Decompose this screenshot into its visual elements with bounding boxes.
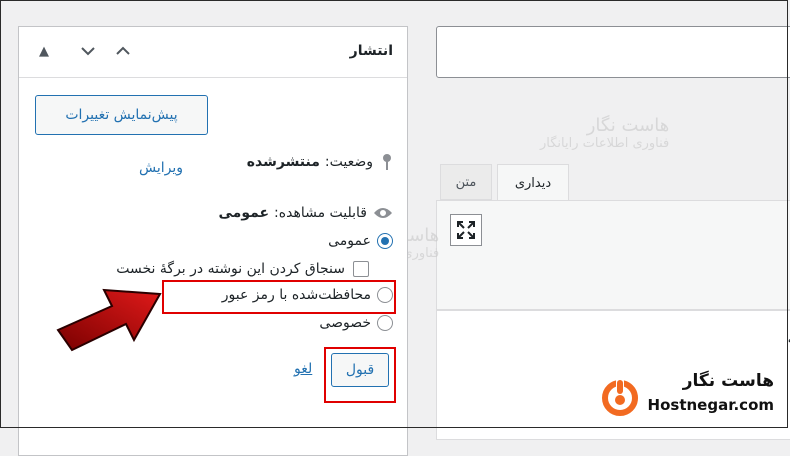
highlight-password-option (162, 280, 396, 314)
option-sticky[interactable]: سنجاق کردن این نوشته در برگهٔ نخست (116, 261, 369, 277)
preview-changes-button[interactable]: پیش‌نمایش تغییرات (35, 95, 208, 135)
status-row: وضعیت: منتشرشده (247, 153, 393, 171)
status-value: منتشرشده (246, 154, 320, 170)
tab-text-label: متن (455, 174, 477, 190)
publish-box-header: ▲ انتشار (19, 27, 407, 78)
editor-toolbar (436, 200, 790, 310)
post-title-input[interactable] (436, 26, 790, 78)
logo-text-en: Hostnegar.com (647, 396, 774, 414)
highlight-ok-button (324, 347, 396, 403)
pointer-arrow-icon (56, 288, 162, 352)
radio-private[interactable] (377, 315, 393, 331)
status-edit-link[interactable]: ویرایش (139, 160, 183, 176)
status-edit-row: ویرایش (139, 160, 183, 176)
chevron-up-icon[interactable] (114, 42, 132, 60)
publish-title: انتشار (349, 43, 393, 59)
watermark: هاست نگار فناوری اطلاعات رایانگار (540, 115, 669, 151)
option-public-label: عمومی (328, 233, 371, 249)
option-private[interactable]: خصوصی (319, 315, 393, 331)
logo-icon (602, 378, 638, 416)
radio-public[interactable] (377, 233, 393, 249)
watermark-tagline: فناوری اطلاعات رایانگار (540, 136, 670, 151)
option-private-label: خصوصی (319, 315, 371, 331)
option-sticky-label: سنجاق کردن این نوشته در برگهٔ نخست (116, 261, 345, 277)
tab-text[interactable]: متن (440, 164, 492, 200)
visibility-label: قابلیت مشاهده: (274, 205, 367, 221)
logo-text-fa: هاست نگار (682, 371, 774, 391)
visibility-value: عمومی (218, 205, 270, 221)
hostnegar-logo: هاست نگار Hostnegar.com (600, 366, 780, 424)
tab-visual[interactable]: دیداری (497, 164, 569, 201)
watermark-brand: هاست نگار (586, 115, 670, 136)
tab-visual-label: دیداری (514, 175, 552, 191)
fullscreen-icon (457, 221, 475, 239)
cancel-link[interactable]: لغو (294, 361, 312, 377)
pin-icon (383, 154, 391, 170)
eye-icon (374, 208, 392, 218)
option-public[interactable]: عمومی (328, 233, 393, 249)
move-up-icon[interactable]: ▲ (35, 42, 53, 60)
visibility-row: قابلیت مشاهده: عمومی (218, 205, 393, 221)
status-label: وضعیت: (324, 154, 373, 170)
chevron-down-icon[interactable] (79, 42, 97, 60)
sticky-checkbox[interactable] (353, 261, 369, 277)
fullscreen-button[interactable] (450, 214, 482, 246)
